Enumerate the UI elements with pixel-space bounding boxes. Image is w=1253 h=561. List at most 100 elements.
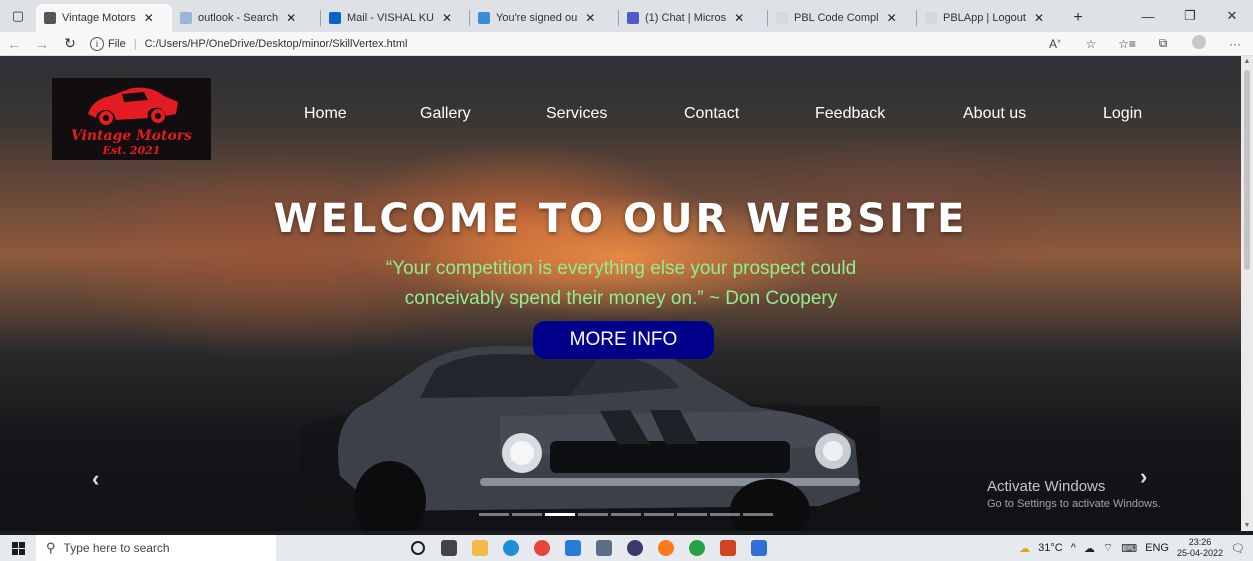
activate-windows-subtitle: Go to Settings to activate Windows. xyxy=(987,498,1161,510)
firefox-icon[interactable] xyxy=(650,537,681,559)
collections-icon[interactable]: ⧉ xyxy=(1145,36,1181,51)
carousel-indicator[interactable] xyxy=(512,513,542,516)
wifi-icon[interactable]: ⌔ xyxy=(1103,541,1113,555)
powerpoint-icon[interactable] xyxy=(712,537,743,559)
nav-services[interactable]: Services xyxy=(546,105,607,123)
carousel-indicator[interactable] xyxy=(710,513,740,516)
cortana-icon[interactable] xyxy=(402,537,433,559)
chrome-icon[interactable] xyxy=(526,537,557,559)
profile-avatar[interactable] xyxy=(1181,35,1217,52)
close-tab-icon[interactable]: ✕ xyxy=(286,11,296,25)
tab-title: Vintage Motors xyxy=(62,12,136,24)
nav-feedback[interactable]: Feedback xyxy=(815,105,885,123)
close-tab-icon[interactable]: ✕ xyxy=(887,11,897,25)
favorite-add-icon[interactable]: ☆ xyxy=(1073,37,1109,51)
notifications-icon[interactable]: 🗨 xyxy=(1231,542,1245,555)
carousel-prev-icon[interactable]: ‹ xyxy=(92,466,99,492)
onedrive-icon[interactable]: ☁ xyxy=(1084,542,1095,555)
file-explorer-icon[interactable] xyxy=(464,537,495,559)
camera-icon[interactable] xyxy=(588,537,619,559)
url-divider: | xyxy=(133,37,137,50)
more-info-button[interactable]: MORE INFO xyxy=(533,321,714,359)
back-icon[interactable]: ← xyxy=(0,36,28,52)
more-menu-icon[interactable]: ··· xyxy=(1217,37,1253,51)
toolbar-actions: A» ☆ ☆≡ ⧉ ··· xyxy=(1037,35,1253,52)
store-icon[interactable] xyxy=(557,537,588,559)
browser-tab[interactable]: Mail - VISHAL KU ✕ xyxy=(321,4,469,32)
taskbar-apps xyxy=(402,537,774,559)
windows-taskbar: ⚲ Type here to search ☁ 31°C ^ ☁ ⌔ ⌨ ENG… xyxy=(0,535,1253,561)
close-tab-icon[interactable]: ✕ xyxy=(442,11,452,25)
carousel-indicators xyxy=(479,513,773,516)
edge-icon[interactable] xyxy=(495,537,526,559)
tray-expand-icon[interactable]: ^ xyxy=(1071,542,1076,554)
carousel-indicator[interactable] xyxy=(611,513,641,516)
carousel-next-icon[interactable]: › xyxy=(1140,464,1147,490)
window-controls: — ❐ ✕ xyxy=(1127,0,1253,32)
close-tab-icon[interactable]: ✕ xyxy=(734,11,744,25)
nav-gallery[interactable]: Gallery xyxy=(420,105,471,123)
carousel-indicator[interactable] xyxy=(644,513,674,516)
info-icon[interactable]: i xyxy=(90,36,104,51)
tab-title: PBLApp | Logout xyxy=(943,12,1026,24)
scrollbar-thumb[interactable] xyxy=(1244,70,1250,270)
browser-tab[interactable]: Vintage Motors ✕ xyxy=(36,4,172,32)
close-tab-icon[interactable]: ✕ xyxy=(144,11,154,25)
browser-tab[interactable]: PBL Code Compl ✕ xyxy=(768,4,916,32)
whatsapp-icon[interactable] xyxy=(681,537,712,559)
page-scrollbar[interactable]: ▲ ▼ xyxy=(1241,56,1253,531)
media-icon[interactable] xyxy=(619,537,650,559)
browser-tab[interactable]: outlook - Search ✕ xyxy=(172,4,320,32)
temperature[interactable]: 31°C xyxy=(1038,542,1063,554)
close-tab-icon[interactable]: ✕ xyxy=(585,11,595,25)
url-text: C:/Users/HP/OneDrive/Desktop/minor/Skill… xyxy=(144,37,408,50)
weather-icon[interactable]: ☁ xyxy=(1019,542,1030,555)
close-tab-icon[interactable]: ✕ xyxy=(1034,11,1044,25)
browser-tab[interactable]: PBLApp | Logout ✕ xyxy=(917,4,1065,32)
keyboard-icon[interactable]: ⌨ xyxy=(1121,542,1137,555)
carousel-indicator[interactable] xyxy=(545,513,575,516)
favorites-icon[interactable]: ☆≡ xyxy=(1109,37,1145,51)
browser-tab[interactable]: (1) Chat | Micros ✕ xyxy=(619,4,767,32)
search-icon xyxy=(180,12,192,24)
quote-line-1: “Your competition is everything else you… xyxy=(385,258,857,279)
activate-windows-title: Activate Windows xyxy=(987,478,1106,495)
site-logo[interactable]: Vintage Motors Est. 2021 xyxy=(52,78,211,160)
system-tray: ☁ 31°C ^ ☁ ⌔ ⌨ ENG 23:26 25-04-2022 🗨 xyxy=(1019,537,1253,559)
nav-contact[interactable]: Contact xyxy=(684,105,739,123)
browser-tab[interactable]: You're signed ou ✕ xyxy=(470,4,618,32)
url-field[interactable]: i File | C:/Users/HP/OneDrive/Desktop/mi… xyxy=(90,36,408,51)
language-indicator[interactable]: ENG xyxy=(1145,542,1169,554)
read-aloud-icon[interactable]: A» xyxy=(1037,37,1073,51)
page-icon xyxy=(776,12,788,24)
restore-icon[interactable]: ❐ xyxy=(1169,0,1211,32)
refresh-icon[interactable]: ↻ xyxy=(56,35,84,52)
taskbar-search-placeholder: Type here to search xyxy=(63,541,170,555)
browser-tab-strip: ▢ Vintage Motors ✕ outlook - Search ✕ Mail -… xyxy=(0,0,1253,32)
tab-title: outlook - Search xyxy=(198,12,279,24)
new-tab-button[interactable]: + xyxy=(1065,4,1091,32)
tab-list: Vintage Motors ✕ outlook - Search ✕ Mail - V… xyxy=(36,0,1065,32)
outlook-icon xyxy=(329,12,341,24)
carousel-indicator[interactable] xyxy=(578,513,608,516)
teams-icon xyxy=(627,12,639,24)
scroll-up-icon[interactable]: ▲ xyxy=(1241,58,1253,65)
minimize-icon[interactable]: — xyxy=(1127,0,1169,32)
cube-icon[interactable] xyxy=(743,537,774,559)
taskbar-search-field[interactable]: ⚲ Type here to search xyxy=(36,535,276,561)
hero-title: WELCOME TO OUR WEBSITE xyxy=(273,196,968,242)
clock-date: 25-04-2022 xyxy=(1176,548,1224,558)
windows-start-icon[interactable] xyxy=(0,541,36,555)
nav-home[interactable]: Home xyxy=(304,105,347,123)
scroll-down-icon[interactable]: ▼ xyxy=(1241,522,1253,529)
tab-actions-icon[interactable]: ▢ xyxy=(0,0,36,32)
close-window-icon[interactable]: ✕ xyxy=(1211,0,1253,32)
forward-icon[interactable]: → xyxy=(28,36,56,52)
carousel-indicator[interactable] xyxy=(677,513,707,516)
carousel-indicator[interactable] xyxy=(479,513,509,516)
nav-about-us[interactable]: About us xyxy=(963,105,1026,123)
clock[interactable]: 23:26 25-04-2022 xyxy=(1177,537,1223,559)
nav-login[interactable]: Login xyxy=(1103,105,1142,123)
task-view-icon[interactable] xyxy=(433,537,464,559)
carousel-indicator[interactable] xyxy=(743,513,773,516)
